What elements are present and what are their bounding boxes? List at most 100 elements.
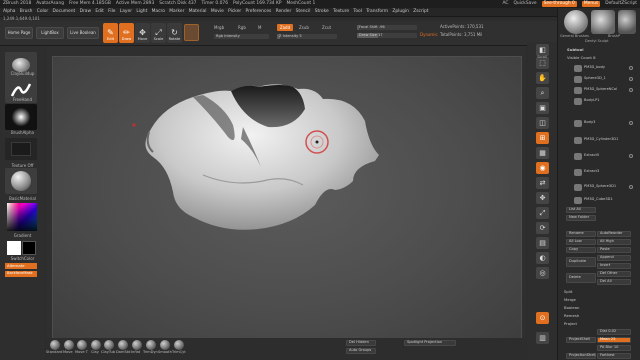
visibility-eye-icon[interactable] (629, 77, 633, 81)
rgb-toggle[interactable]: Rgb (238, 26, 246, 30)
autoreorder-button[interactable]: AutoReorder (597, 231, 631, 237)
home-page-button[interactable]: Home Page (5, 27, 33, 39)
menu-layer[interactable]: Layer (120, 9, 132, 14)
focal-shift-slider[interactable]: Focal Shift -96 (357, 25, 417, 30)
menu-transform[interactable]: Transform (366, 9, 388, 14)
ghost-button[interactable]: ◎ (536, 267, 549, 279)
menu-zplugin[interactable]: Zplugin (392, 9, 409, 14)
project-menu[interactable]: Project (564, 321, 577, 327)
sculpt-model[interactable] (53, 57, 522, 346)
menu-picker[interactable]: Picker (228, 9, 241, 14)
menu-render[interactable]: Render (276, 9, 292, 14)
persp-button[interactable]: ⊞ (536, 132, 549, 144)
all-low-button[interactable]: All Low (566, 239, 596, 245)
project-all-button[interactable]: ProjectShell (566, 337, 596, 343)
trimdynamic-brush-icon[interactable] (146, 340, 156, 350)
subtool-item[interactable]: PM3D_Sphere3D1 (574, 183, 628, 191)
duplicate-button[interactable]: Duplicate (566, 257, 596, 267)
visibility-eye-icon[interactable] (629, 185, 633, 189)
mrgb-toggle[interactable]: Mrgb (214, 26, 224, 30)
draw-mode-button[interactable]: ✏ Draw (119, 23, 134, 43)
z-intensity-slider[interactable]: Z Intensity 5 (277, 34, 337, 39)
new-folder-button[interactable]: New Folder (566, 215, 596, 221)
menu-brush[interactable]: Brush (20, 9, 33, 14)
floor-button[interactable]: ▦ (536, 147, 549, 159)
solo-button[interactable]: ⊙ (536, 312, 549, 324)
material-selector[interactable] (5, 168, 37, 194)
ac-button[interactable]: AC (502, 1, 508, 6)
see-through-slider[interactable]: See-through 0 (541, 0, 577, 8)
subtool-item[interactable]: Sphere3D_1 (574, 75, 628, 83)
spotlight-projection-button[interactable]: Spotlight Projection (404, 340, 456, 346)
subtool-header[interactable]: Subtool (567, 47, 584, 53)
backface-mask-button[interactable]: BackfaceMask (5, 271, 37, 277)
trimcurve-brush-icon[interactable] (174, 340, 184, 350)
zcut-toggle[interactable]: Zcut (322, 26, 331, 30)
move-mode-button[interactable]: ✥ Move (135, 23, 150, 43)
menu-stencil[interactable]: Stencil (296, 9, 311, 14)
paste-button[interactable]: Paste (597, 247, 631, 253)
visibility-eye-icon[interactable] (629, 154, 633, 158)
dentyl-sculpt-icon[interactable] (591, 10, 615, 34)
dist-slider[interactable]: Dist 0.02 (597, 329, 631, 335)
merge-menu[interactable]: Merge (564, 297, 576, 303)
insert-button[interactable]: Insert (597, 263, 631, 269)
transp-button[interactable]: ◐ (536, 252, 549, 264)
scale-mode-button[interactable]: ⤢ Scale (151, 23, 166, 43)
default-zscript[interactable]: DefaultZScript (605, 1, 637, 6)
menu-marker[interactable]: Marker (169, 9, 184, 14)
boolean-menu[interactable]: Boolean (564, 305, 579, 311)
menu-material[interactable]: Material (189, 9, 207, 14)
subtool-item[interactable]: PM3D_Cylinder3D1 (574, 136, 628, 144)
menus-button[interactable]: Menus (581, 0, 601, 8)
m-toggle[interactable]: M (258, 26, 261, 30)
subtool-item[interactable]: Extract3 (574, 168, 628, 176)
menu-edit[interactable]: Edit (95, 9, 104, 14)
claytubes-brush-icon[interactable] (104, 340, 114, 350)
del-other-button[interactable]: Del Other (597, 271, 631, 277)
subtool-item[interactable]: PM3D_SphereNCol (574, 86, 628, 94)
del-all-button[interactable]: Del All (597, 279, 631, 285)
color-gradient-square[interactable] (7, 203, 37, 231)
general-brushes-icon[interactable] (564, 10, 588, 34)
alternate-button[interactable]: Alternate (5, 263, 37, 269)
move-brush-icon[interactable] (64, 340, 74, 350)
menu-movie[interactable]: Movie (211, 9, 224, 14)
zoom-button[interactable]: ⌕ (536, 87, 549, 99)
inflate-brush-icon[interactable] (132, 340, 142, 350)
dynamic-toggle[interactable]: Dynamic (420, 33, 438, 37)
menu-color[interactable]: Color (37, 9, 48, 14)
auto-groups-button[interactable]: Auto Groups (346, 348, 376, 354)
smooth-brush-icon[interactable] (160, 340, 170, 350)
quicksave-button[interactable]: QuickSave (513, 1, 536, 6)
clay-brush-icon[interactable] (91, 340, 101, 350)
gradient-label[interactable]: Gradient (0, 234, 45, 238)
menu-file[interactable]: File (108, 9, 115, 14)
menu-texture[interactable]: Texture (333, 9, 349, 14)
damstandard-brush-icon[interactable] (118, 340, 128, 350)
menu-tool[interactable]: Tool (353, 9, 362, 14)
delete-button[interactable]: Delete (566, 273, 596, 283)
secondary-color-swatch[interactable] (22, 241, 36, 255)
scale-view-button[interactable]: ⤢ (536, 207, 549, 219)
subtool-item[interactable]: PM3D_Cube3D1 (574, 196, 628, 204)
pa-blur-slider[interactable]: PA Blur 10 (597, 345, 631, 351)
visibility-eye-icon[interactable] (629, 121, 633, 125)
farthest-button[interactable]: Farthest (597, 353, 631, 359)
append-button[interactable]: Append (597, 255, 631, 261)
rotate-mode-button[interactable]: ↻ Rotate (167, 23, 182, 43)
visibility-eye-icon[interactable] (629, 66, 633, 70)
draw-size-slider[interactable]: Draw Size 37 (357, 33, 417, 38)
subtool-item[interactable]: PM3D_body (574, 64, 628, 72)
menu-draw[interactable]: Draw (80, 9, 91, 14)
split-menu[interactable]: Split (564, 289, 572, 295)
polyframe-button[interactable]: ▤ (536, 237, 549, 249)
menu-stroke[interactable]: Stroke (315, 9, 329, 14)
live-boolean-button[interactable]: Live Boolean (67, 27, 99, 39)
actual-button[interactable]: ▣ (536, 102, 549, 114)
subtool-item[interactable]: Extract5 (574, 152, 628, 160)
subtool-item[interactable]: BodyLP1 (574, 97, 628, 105)
del-hidden-button[interactable]: Del Hidden (346, 340, 376, 346)
texture-selector[interactable] (5, 138, 37, 160)
copy-button[interactable]: Copy (566, 247, 596, 253)
